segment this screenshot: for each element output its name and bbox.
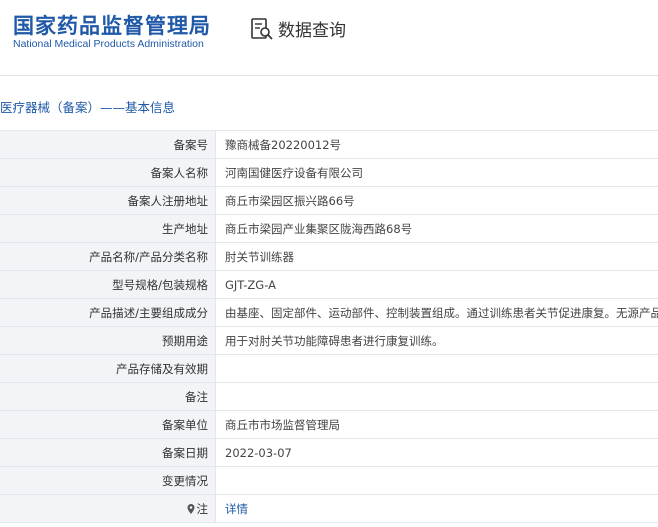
data-query-label: 数据查询 — [278, 21, 346, 41]
info-table: 备案号 豫商械备20220012号 备案人名称 河南国健医疗设备有限公司 备案人注册地址… — [0, 130, 658, 523]
table-row: 产品存储及有效期 — [0, 354, 658, 383]
row-value — [215, 466, 658, 495]
row-label: 产品描述/主要组成成分 — [0, 298, 216, 327]
table-row: 生产地址 商丘市梁园产业集聚区陇海西路68号 — [0, 214, 658, 243]
row-label: 备案人注册地址 — [0, 186, 216, 215]
table-row: 备案人注册地址 商丘市梁园区振兴路66号 — [0, 186, 658, 215]
details-link[interactable]: 详情 — [225, 502, 248, 516]
search-document-icon — [251, 17, 273, 40]
pin-icon — [187, 503, 194, 514]
row-value: 河南国健医疗设备有限公司 — [215, 158, 658, 187]
row-value: 由基座、固定部件、运动部件、控制装置组成。通过训练患者关节促进康复。无源产品。 — [215, 298, 658, 327]
row-value: 商丘市市场监督管理局 — [215, 410, 658, 439]
row-value — [215, 354, 658, 383]
table-row: 产品描述/主要组成成分 由基座、固定部件、运动部件、控制装置组成。通过训练患者关节… — [0, 298, 658, 327]
logo-english[interactable]: National Medical Products Administration — [13, 38, 204, 50]
row-value: 2022-03-07 — [215, 438, 658, 467]
row-value: 商丘市梁园产业集聚区陇海西路68号 — [215, 214, 658, 243]
note-value-cell: 详情 — [215, 494, 658, 523]
row-value — [215, 382, 658, 411]
row-label: 变更情况 — [0, 466, 216, 495]
row-value: 商丘市梁园区振兴路66号 — [215, 186, 658, 215]
table-row: 备案号 豫商械备20220012号 — [0, 130, 658, 159]
row-value: 豫商械备20220012号 — [215, 130, 658, 159]
logo-chinese[interactable]: 国家药品监督管理局 — [13, 10, 211, 40]
row-label: 生产地址 — [0, 214, 216, 243]
row-label: 备案号 — [0, 130, 216, 159]
row-label: 备案单位 — [0, 410, 216, 439]
row-label: 产品存储及有效期 — [0, 354, 216, 383]
table-row: 变更情况 — [0, 466, 658, 495]
data-query-link[interactable]: 数据查询 — [250, 16, 346, 41]
row-value: GJT-ZG-A — [215, 270, 658, 299]
table-row: 备案单位 商丘市市场监督管理局 — [0, 410, 658, 439]
row-label: 型号规格/包装规格 — [0, 270, 216, 299]
row-value: 用于对肘关节功能障碍患者进行康复训练。 — [215, 326, 658, 355]
site-header: 国家药品监督管理局 National Medical Products Admi… — [0, 0, 658, 76]
section-header: 医疗器械（备案）——基本信息 — [0, 76, 658, 130]
section-title: 医疗器械（备案）——基本信息 — [0, 100, 176, 115]
row-label: 预期用途 — [0, 326, 216, 355]
table-row: 备案日期 2022-03-07 — [0, 438, 658, 467]
table-row: 备案人名称 河南国健医疗设备有限公司 — [0, 158, 658, 187]
row-label: 备案人名称 — [0, 158, 216, 187]
note-row: 注 详情 — [0, 494, 658, 523]
note-label: 注 — [196, 501, 209, 516]
table-row: 备注 — [0, 382, 658, 411]
row-value: 肘关节训练器 — [215, 242, 658, 271]
row-label: 备案日期 — [0, 438, 216, 467]
row-label: 备注 — [0, 382, 216, 411]
table-row: 产品名称/产品分类名称 肘关节训练器 — [0, 242, 658, 271]
table-row: 型号规格/包装规格 GJT-ZG-A — [0, 270, 658, 299]
row-label: 产品名称/产品分类名称 — [0, 242, 216, 271]
note-label-cell: 注 — [0, 494, 216, 523]
table-row: 预期用途 用于对肘关节功能障碍患者进行康复训练。 — [0, 326, 658, 355]
